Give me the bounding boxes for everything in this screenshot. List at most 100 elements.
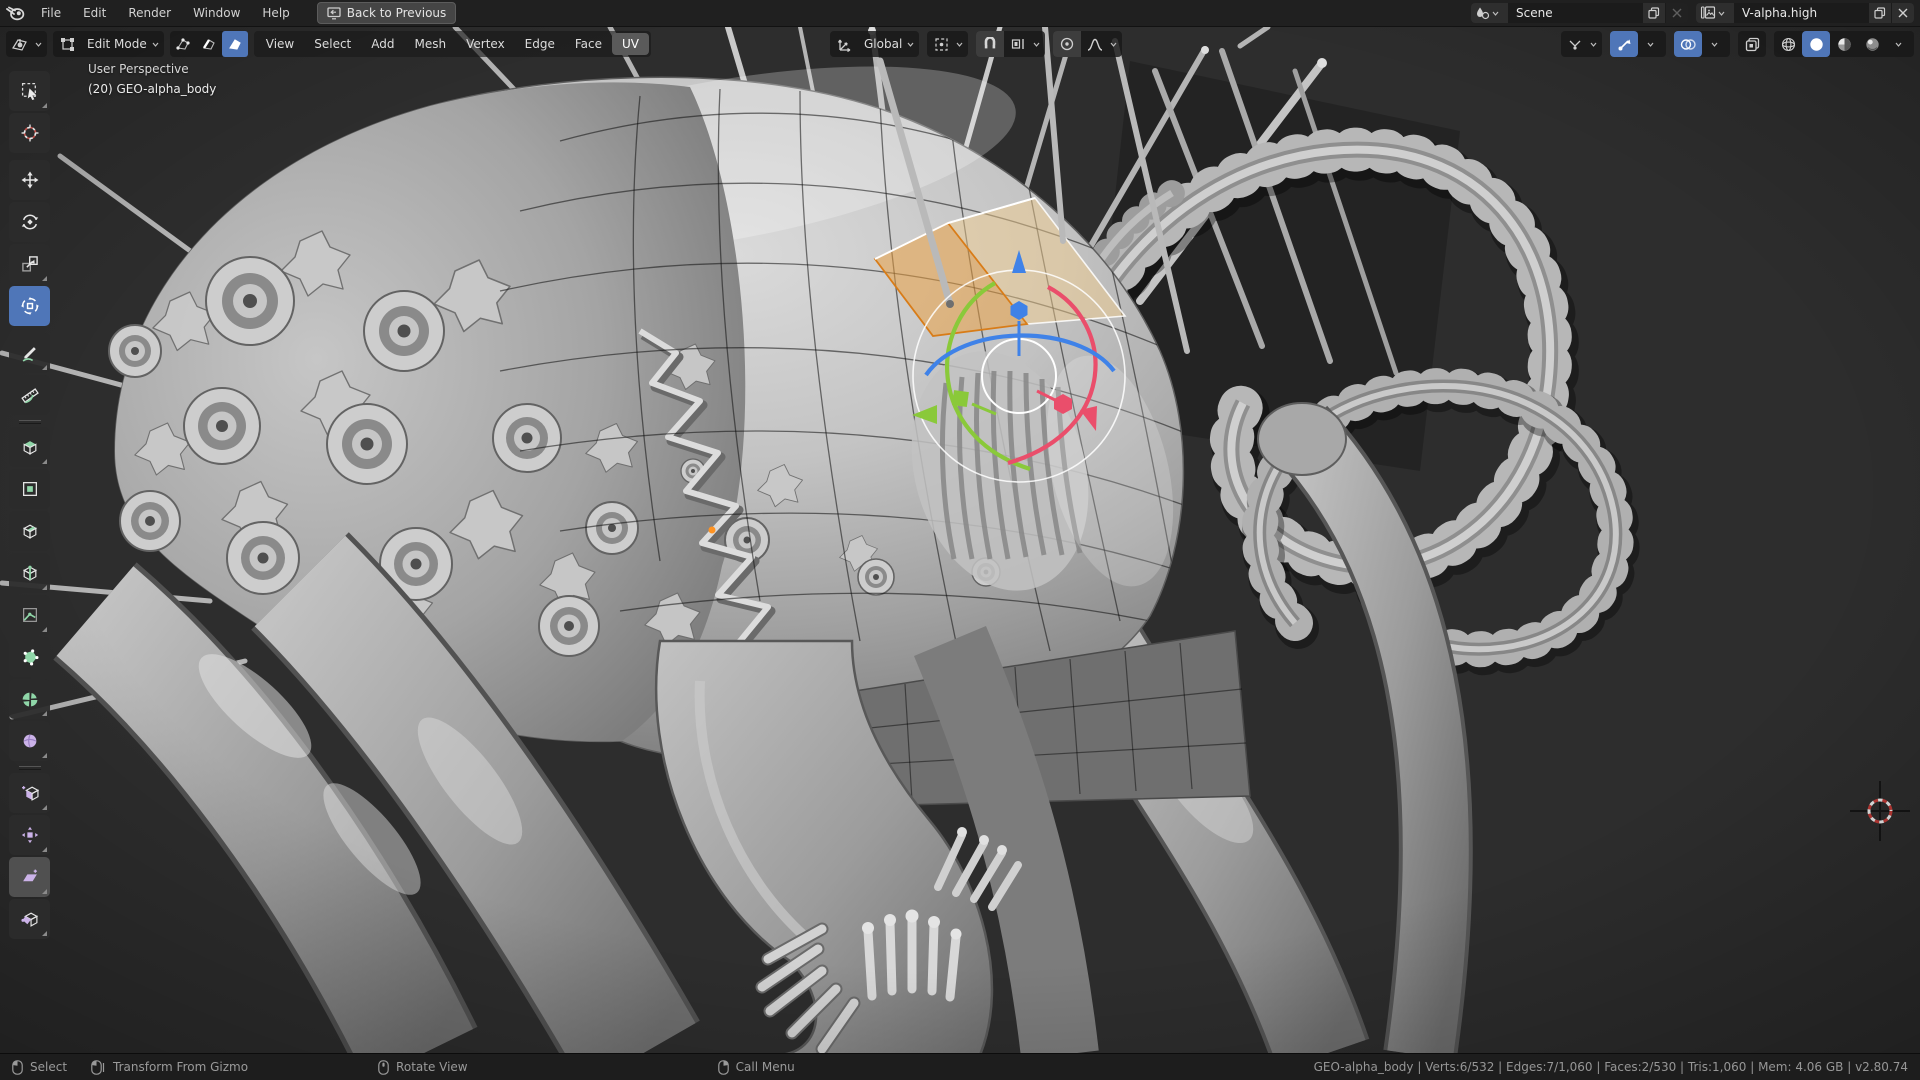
select-mode-edge-button[interactable] [196, 31, 222, 57]
hint-call-menu: Call Menu [718, 1060, 795, 1075]
back-to-previous-button[interactable]: Back to Previous [317, 2, 457, 24]
shading-wireframe-button[interactable] [1774, 31, 1802, 57]
shading-rendered-button[interactable] [1858, 31, 1886, 57]
shading-dropdown-button[interactable] [1886, 31, 1914, 57]
mouse-right-icon [718, 1060, 729, 1075]
scene-render [0, 27, 1920, 1054]
tool-annotate[interactable] [9, 333, 50, 373]
tool-shear[interactable] [9, 857, 50, 897]
scene-browse-button[interactable] [1471, 3, 1508, 23]
tool-spin[interactable] [9, 679, 50, 719]
tool-bevel[interactable] [9, 511, 50, 551]
proportional-circle-icon [1060, 37, 1074, 51]
overlays-toggle-button[interactable] [1674, 31, 1702, 57]
tool-extrude-region[interactable] [9, 427, 50, 467]
topbar: File Edit Render Window Help Back to Pre… [0, 0, 1920, 27]
transform-orientation-selector[interactable]: Global [830, 31, 919, 57]
snap-target-icon [1011, 37, 1026, 51]
tool-smooth[interactable] [9, 721, 50, 761]
wireframe-sphere-icon [1781, 37, 1796, 52]
tool-scale[interactable] [9, 244, 50, 284]
gizmos-toggle-button[interactable] [1610, 31, 1638, 57]
tool-move[interactable] [9, 160, 50, 200]
menu-select[interactable]: Select [304, 33, 361, 55]
scene-duplicate-button[interactable] [1643, 3, 1665, 23]
pivot-point-selector[interactable] [927, 31, 968, 57]
tool-rotate[interactable] [9, 202, 50, 242]
view-layer-browse-button[interactable] [1696, 3, 1734, 23]
view-layer-remove-button[interactable] [1892, 3, 1914, 23]
tool-edge-slide[interactable] [9, 773, 50, 813]
shading-solid-button[interactable] [1802, 31, 1830, 57]
viewport-3d[interactable]: Edit Mode View Select [0, 27, 1920, 1054]
chevron-down-icon [1590, 42, 1597, 47]
select-mode-face-button[interactable] [222, 31, 248, 57]
hint-rotate-view-label: Rotate View [396, 1060, 468, 1074]
chevron-down-icon [956, 42, 963, 47]
menu-window[interactable]: Window [182, 0, 251, 26]
snap-target-button[interactable] [1004, 31, 1032, 57]
tool-select-box[interactable] [9, 71, 50, 111]
scene-name-field[interactable]: Scene [1508, 3, 1642, 23]
show-gizmo-icon [1561, 31, 1589, 57]
menu-view[interactable]: View [256, 33, 304, 55]
overlays-icon [1680, 38, 1696, 51]
shading-material-button[interactable] [1830, 31, 1858, 57]
show-gizmo-selector[interactable] [1561, 31, 1602, 57]
menu-uv[interactable]: UV [612, 33, 649, 55]
tool-poly-build[interactable] [9, 637, 50, 677]
snap-toggle-button[interactable] [976, 31, 1004, 57]
blender-window: { "app_title": "Blender", "colors": { "a… [0, 0, 1920, 1080]
tool-shrink-fatten[interactable] [9, 815, 50, 855]
chevron-down-icon [1718, 11, 1725, 16]
overlays-toggle-group [1674, 31, 1730, 57]
menu-add[interactable]: Add [361, 33, 404, 55]
menu-file[interactable]: File [30, 0, 72, 26]
back-to-previous-label: Back to Previous [347, 6, 447, 20]
chevron-down-icon [1033, 42, 1040, 47]
view-layer-duplicate-button[interactable] [1869, 3, 1891, 23]
gizmo-arrow-icon [1617, 37, 1632, 52]
scene-unlink-button [1666, 3, 1688, 23]
tool-rip-region[interactable] [9, 899, 50, 939]
editor-type-selector[interactable] [6, 31, 47, 57]
tool-cursor[interactable] [9, 113, 50, 153]
tool-loop-cut[interactable] [9, 553, 50, 593]
rendered-sphere-icon [1865, 37, 1880, 52]
menu-face[interactable]: Face [565, 33, 612, 55]
shading-mode-group [1774, 31, 1914, 57]
chevron-down-icon [1647, 42, 1654, 47]
active-object-label: (20) GEO-alpha_body [88, 79, 216, 99]
chevron-down-icon [152, 42, 159, 47]
menu-edge[interactable]: Edge [515, 33, 565, 55]
hint-call-menu-label: Call Menu [736, 1060, 795, 1074]
xray-toggle[interactable] [1738, 31, 1766, 57]
menu-edit[interactable]: Edit [72, 0, 117, 26]
menu-help[interactable]: Help [251, 0, 300, 26]
mouse-left-drag-icon [91, 1060, 106, 1075]
overlays-dropdown-button[interactable] [1702, 31, 1730, 57]
menu-mesh[interactable]: Mesh [405, 33, 457, 55]
menu-render[interactable]: Render [117, 0, 182, 26]
close-icon [1672, 8, 1682, 18]
tool-knife[interactable] [9, 595, 50, 635]
view-layer-name-field[interactable]: V-alpha.high [1734, 3, 1868, 23]
gizmos-dropdown-button[interactable] [1638, 31, 1666, 57]
falloff-type-button[interactable] [1081, 31, 1109, 57]
mode-selector[interactable]: Edit Mode [53, 31, 164, 57]
blender-logo-icon[interactable] [0, 6, 30, 21]
select-mode-vertex-button[interactable] [170, 31, 196, 57]
editor-3d-viewport-icon [6, 31, 34, 57]
material-sphere-icon [1837, 37, 1852, 52]
hint-transform-gizmo: Transform From Gizmo [91, 1060, 248, 1075]
orientation-axes-icon [830, 31, 858, 57]
tool-transform[interactable] [9, 286, 50, 326]
mesh-select-mode-buttons [170, 31, 248, 57]
proportional-edit-toggle[interactable] [1053, 31, 1081, 57]
menu-vertex[interactable]: Vertex [456, 33, 515, 55]
tool-inset-faces[interactable] [9, 469, 50, 509]
orientation-label: Global [858, 37, 906, 51]
tool-measure[interactable] [9, 375, 50, 415]
proportional-edit-controls [1053, 31, 1122, 57]
hint-transform-gizmo-label: Transform From Gizmo [113, 1060, 248, 1074]
